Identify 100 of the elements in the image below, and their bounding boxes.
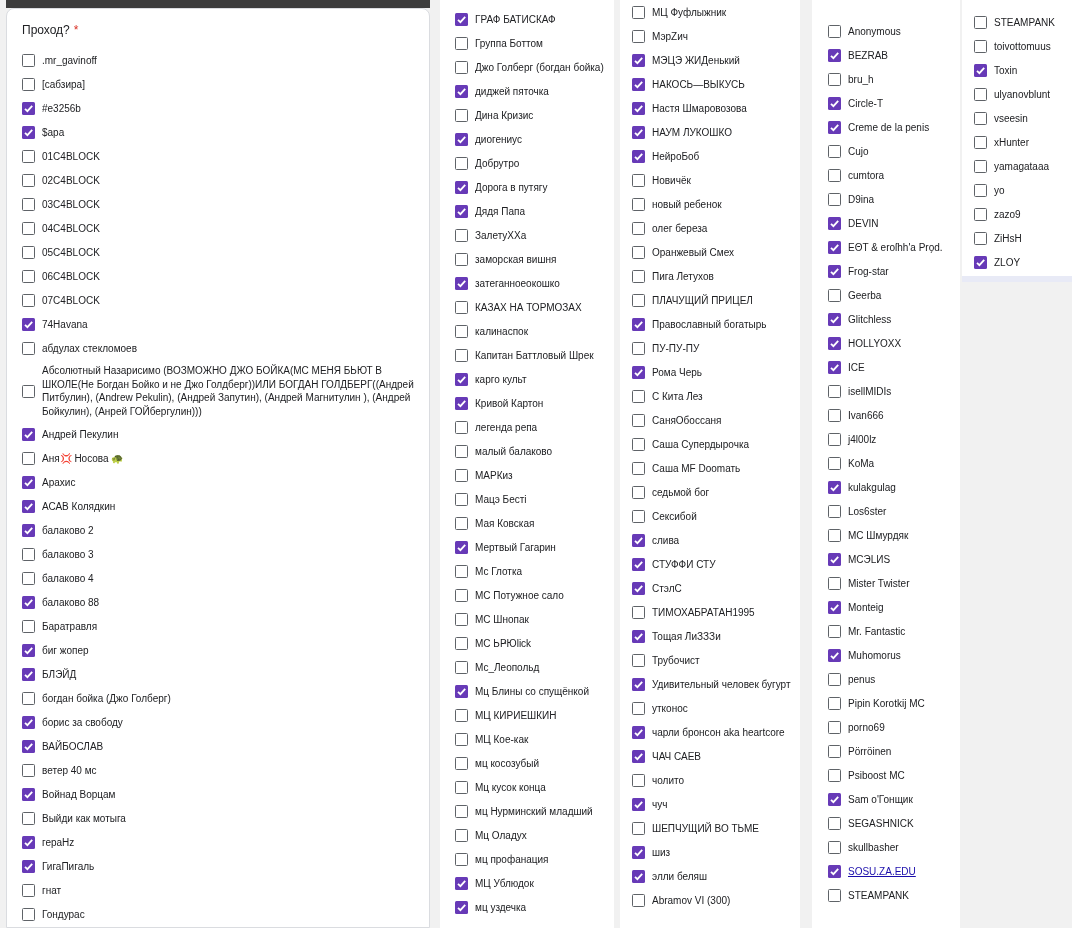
- checkbox[interactable]: [22, 197, 35, 211]
- checkbox[interactable]: [828, 816, 841, 830]
- checkbox[interactable]: [632, 893, 645, 907]
- checked-checkbox[interactable]: [828, 96, 841, 110]
- checkbox[interactable]: [632, 509, 645, 523]
- checkbox[interactable]: [828, 144, 841, 158]
- checkbox[interactable]: [828, 408, 841, 422]
- checkbox[interactable]: [974, 183, 987, 197]
- checked-checkbox[interactable]: [828, 792, 841, 806]
- checked-checkbox[interactable]: [828, 600, 841, 614]
- checkbox[interactable]: [455, 852, 468, 866]
- checkbox[interactable]: [828, 168, 841, 182]
- checkbox[interactable]: [455, 324, 468, 338]
- checkbox[interactable]: [22, 619, 35, 633]
- checkbox[interactable]: [22, 883, 35, 897]
- checkbox[interactable]: [455, 156, 468, 170]
- checkbox[interactable]: [828, 72, 841, 86]
- checkbox[interactable]: [974, 15, 987, 29]
- checked-checkbox[interactable]: [22, 475, 35, 489]
- checked-checkbox[interactable]: [22, 101, 35, 115]
- checkbox[interactable]: [828, 744, 841, 758]
- checkbox[interactable]: [828, 432, 841, 446]
- checked-checkbox[interactable]: [632, 725, 645, 739]
- checkbox[interactable]: [455, 60, 468, 74]
- checkbox[interactable]: [22, 451, 35, 465]
- checkbox[interactable]: [455, 348, 468, 362]
- checkbox[interactable]: [828, 384, 841, 398]
- checkbox[interactable]: [974, 159, 987, 173]
- checkbox[interactable]: [455, 228, 468, 242]
- checked-checkbox[interactable]: [455, 372, 468, 386]
- checked-checkbox[interactable]: [632, 845, 645, 859]
- checked-checkbox[interactable]: [828, 648, 841, 662]
- checkbox[interactable]: [455, 588, 468, 602]
- checkbox[interactable]: [828, 456, 841, 470]
- checkbox[interactable]: [632, 413, 645, 427]
- checkbox[interactable]: [632, 821, 645, 835]
- checkbox[interactable]: [632, 389, 645, 403]
- checked-checkbox[interactable]: [455, 180, 468, 194]
- checkbox[interactable]: [455, 300, 468, 314]
- checked-checkbox[interactable]: [22, 859, 35, 873]
- checkbox[interactable]: [455, 780, 468, 794]
- checkbox[interactable]: [455, 468, 468, 482]
- checked-checkbox[interactable]: [455, 876, 468, 890]
- checked-checkbox[interactable]: [632, 149, 645, 163]
- checkbox[interactable]: [632, 173, 645, 187]
- checkbox[interactable]: [632, 197, 645, 211]
- checkbox[interactable]: [455, 612, 468, 626]
- checkbox[interactable]: [828, 696, 841, 710]
- checkbox[interactable]: [632, 773, 645, 787]
- checked-checkbox[interactable]: [828, 48, 841, 62]
- checked-checkbox[interactable]: [455, 204, 468, 218]
- checkbox[interactable]: [828, 720, 841, 734]
- checkbox[interactable]: [22, 341, 35, 355]
- checkbox[interactable]: [974, 39, 987, 53]
- checked-checkbox[interactable]: [632, 365, 645, 379]
- checkbox[interactable]: [22, 691, 35, 705]
- checked-checkbox[interactable]: [828, 240, 841, 254]
- checked-checkbox[interactable]: [632, 101, 645, 115]
- checked-checkbox[interactable]: [455, 900, 468, 914]
- checked-checkbox[interactable]: [455, 276, 468, 290]
- checked-checkbox[interactable]: [632, 77, 645, 91]
- checkbox[interactable]: [22, 269, 35, 283]
- checkbox[interactable]: [632, 461, 645, 475]
- checkbox[interactable]: [22, 221, 35, 235]
- checked-checkbox[interactable]: [974, 63, 987, 77]
- checked-checkbox[interactable]: [22, 427, 35, 441]
- checked-checkbox[interactable]: [632, 317, 645, 331]
- checkbox[interactable]: [455, 516, 468, 530]
- checkbox[interactable]: [22, 77, 35, 91]
- checkbox[interactable]: [974, 135, 987, 149]
- checkbox[interactable]: [828, 576, 841, 590]
- checkbox[interactable]: [22, 907, 35, 921]
- checked-checkbox[interactable]: [455, 396, 468, 410]
- checkbox[interactable]: [455, 444, 468, 458]
- checkbox[interactable]: [455, 108, 468, 122]
- checkbox[interactable]: [974, 207, 987, 221]
- checkbox[interactable]: [22, 173, 35, 187]
- checkbox[interactable]: [22, 245, 35, 259]
- checkbox[interactable]: [828, 840, 841, 854]
- checkbox[interactable]: [22, 547, 35, 561]
- checkbox[interactable]: [455, 636, 468, 650]
- checkbox[interactable]: [22, 293, 35, 307]
- checkbox[interactable]: [22, 763, 35, 777]
- checked-checkbox[interactable]: [632, 749, 645, 763]
- checked-checkbox[interactable]: [22, 595, 35, 609]
- checked-checkbox[interactable]: [632, 125, 645, 139]
- checked-checkbox[interactable]: [632, 581, 645, 595]
- checkbox[interactable]: [455, 828, 468, 842]
- checkbox[interactable]: [632, 605, 645, 619]
- checked-checkbox[interactable]: [22, 317, 35, 331]
- checkbox[interactable]: [974, 87, 987, 101]
- checkbox[interactable]: [22, 53, 35, 67]
- checked-checkbox[interactable]: [828, 480, 841, 494]
- checkbox[interactable]: [632, 437, 645, 451]
- checked-checkbox[interactable]: [455, 12, 468, 26]
- checked-checkbox[interactable]: [632, 533, 645, 547]
- checked-checkbox[interactable]: [828, 552, 841, 566]
- checkbox[interactable]: [632, 269, 645, 283]
- checked-checkbox[interactable]: [828, 360, 841, 374]
- option-link[interactable]: SOSU.ZA.EDU: [848, 863, 916, 879]
